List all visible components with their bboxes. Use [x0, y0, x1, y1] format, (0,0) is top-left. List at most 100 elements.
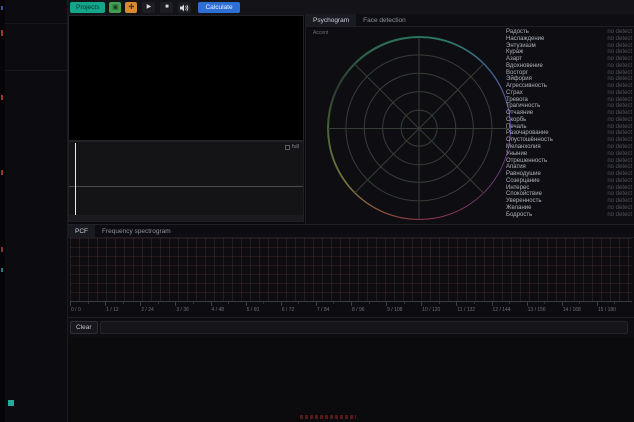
axis-label: 5 / 60	[247, 307, 260, 313]
axis-label: 11 / 132	[457, 307, 475, 313]
emotion-status: no detect	[607, 158, 632, 165]
tab-psychogram[interactable]: Psychogram	[306, 14, 356, 26]
axis-tick	[527, 302, 528, 306]
add-button[interactable]: ✚	[125, 2, 137, 13]
emotion-name: Опустошённость	[506, 137, 553, 144]
image-button[interactable]: ▣	[109, 2, 121, 13]
waveform-scrollbar[interactable]	[69, 215, 303, 221]
axis-tick-minor	[404, 302, 405, 304]
full-checkbox[interactable]	[285, 145, 290, 150]
waveform-centerline	[69, 186, 303, 187]
playhead[interactable]	[75, 143, 76, 215]
axis-label: 1 / 12	[106, 307, 119, 313]
emotion-name: Отрешенность	[506, 158, 547, 165]
edge-marker	[1, 247, 3, 252]
axis-tick	[386, 302, 387, 306]
emotion-status: no detect	[607, 205, 632, 212]
emotion-row: Печальno detect	[506, 124, 632, 131]
emotion-name: Отчаяние	[506, 110, 533, 117]
edge-marker	[1, 6, 3, 10]
emotion-status: no detect	[607, 178, 632, 185]
radar-chart	[327, 36, 511, 220]
emotion-row: Страхno detect	[506, 90, 632, 97]
axis-label: 3 / 36	[176, 307, 189, 313]
emotion-name: Тревога	[506, 97, 528, 104]
image-icon: ▣	[112, 2, 119, 13]
emotion-status: no detect	[607, 63, 632, 70]
axis-tick-minor	[544, 302, 545, 304]
add-icon: ✚	[129, 2, 135, 13]
axis-tick-minor	[369, 302, 370, 304]
emotion-row: Куражno detect	[506, 49, 632, 56]
radar-legend-label: Accent	[313, 30, 328, 36]
axis-tick-minor	[579, 302, 580, 304]
projects-button[interactable]: Projects	[70, 2, 105, 13]
waveform-panel[interactable]: full	[68, 141, 304, 222]
emotion-name: Вдохновение	[506, 63, 543, 70]
status-text-red	[300, 415, 356, 419]
axis-tick	[316, 302, 317, 306]
axis-label: 10 / 120	[422, 307, 440, 313]
emotion-status: no detect	[607, 83, 632, 90]
emotion-name: Страх	[506, 90, 523, 97]
app-window: Projects ▣ ✚ ▶ ■ Calculate full	[0, 0, 634, 422]
emotion-row: Азартno detect	[506, 56, 632, 63]
volume-button[interactable]	[178, 2, 191, 13]
edge-marker	[1, 95, 3, 100]
emotion-name: Радость	[506, 29, 529, 36]
calculate-button[interactable]: Calculate	[198, 2, 239, 13]
axis-label: 6 / 72	[282, 307, 295, 313]
tab-frequency-spectrogram[interactable]: Frequency spectrogram	[95, 225, 178, 237]
emotion-name: Печаль	[506, 124, 527, 131]
volume-icon	[180, 4, 189, 12]
emotion-name: Уныние	[506, 151, 527, 158]
full-checkbox-label: full	[292, 144, 299, 150]
clear-button[interactable]: Clear	[70, 321, 98, 334]
emotion-name: Меланхолия	[506, 144, 541, 151]
axis-label: 15 / 180	[598, 307, 616, 313]
emotion-row: Энтузиазмno detect	[506, 43, 632, 50]
emotion-row: Трагичностьno detect	[506, 103, 632, 110]
emotion-name: Желание	[506, 205, 531, 212]
emotion-row: Скорбьno detect	[506, 117, 632, 124]
axis-tick-minor	[123, 302, 124, 304]
emotion-name: Трагичность	[506, 103, 540, 110]
emotion-status: no detect	[607, 36, 632, 43]
emotion-row: Опустошённостьno detect	[506, 137, 632, 144]
spectrogram-tabbar: PCF Frequency spectrogram	[68, 225, 634, 238]
axis-tick-minor	[333, 302, 334, 304]
emotion-status: no detect	[607, 212, 632, 219]
axis-tick-minor	[298, 302, 299, 304]
emotion-row: Уверенностьno detect	[506, 198, 632, 205]
axis-label: 7 / 84	[317, 307, 330, 313]
axis-tick-minor	[228, 302, 229, 304]
axis-tick	[597, 302, 598, 306]
stop-button[interactable]: ■	[160, 2, 173, 13]
emotion-row: Отрешенность no detect	[506, 158, 632, 165]
full-checkbox-group[interactable]: full	[285, 144, 299, 150]
emotion-name: Разочарование	[506, 130, 549, 137]
video-preview	[68, 15, 304, 141]
emotion-name: Скорбь	[506, 117, 526, 124]
emotion-status: no detect	[607, 70, 632, 77]
emotion-status: no detect	[607, 151, 632, 158]
edge-marker	[1, 268, 3, 272]
play-button[interactable]: ▶	[142, 2, 155, 13]
tab-face-detection[interactable]: Face detection	[356, 14, 413, 26]
emotion-name: Кураж	[506, 49, 523, 56]
emotion-row: Спокойствиеno detect	[506, 191, 632, 198]
sidebar-divider	[5, 70, 67, 71]
axis-tick	[492, 302, 493, 306]
axis-label: 9 / 108	[387, 307, 402, 313]
axis-tick	[175, 302, 176, 306]
emotion-status: no detect	[607, 76, 632, 83]
axis-tick	[105, 302, 106, 306]
emotion-status: no detect	[607, 191, 632, 198]
tab-pcf[interactable]: PCF	[68, 225, 95, 237]
emotion-status: no detect	[607, 171, 632, 178]
play-icon: ▶	[147, 2, 152, 13]
emotion-name: Агрессивность	[506, 83, 547, 90]
log-input[interactable]	[100, 321, 628, 334]
emotion-row: Разочарованиеno detect	[506, 130, 632, 137]
stop-icon: ■	[165, 2, 169, 13]
